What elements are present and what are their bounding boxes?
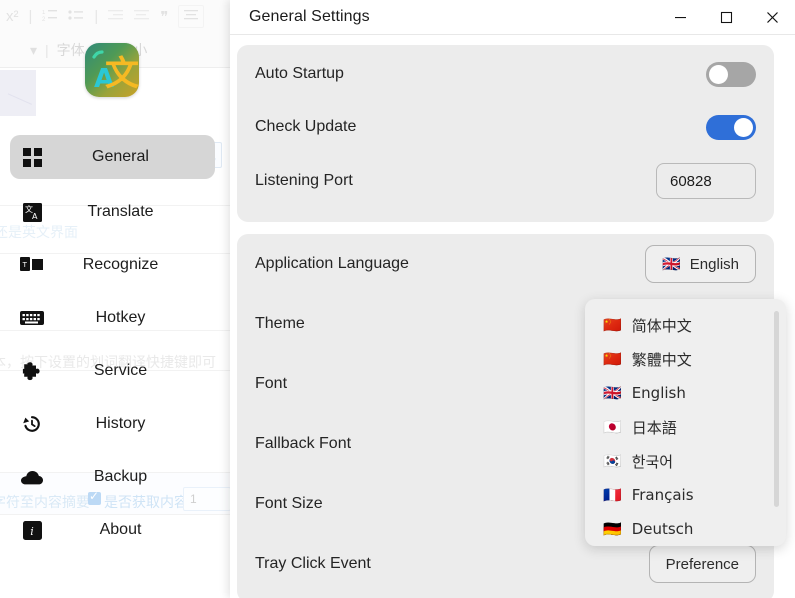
sidebar-item-label: About — [99, 521, 142, 538]
language-option-ko[interactable]: 🇰🇷 한국어 — [585, 444, 786, 478]
keyboard-icon — [10, 310, 54, 326]
background-left-cell — [0, 70, 36, 116]
sidebar-item-label: History — [95, 415, 146, 432]
sidebar-item-label: Translate — [87, 203, 154, 220]
tray-click-event-value: Preference — [665, 555, 739, 573]
language-option-label: English — [631, 384, 686, 402]
france-flag-icon: 🇫🇷 — [603, 485, 622, 504]
sidebar-item-about[interactable]: i About — [10, 508, 215, 552]
language-option-label: 繁體中文 — [631, 350, 692, 369]
language-option-fr[interactable]: 🇫🇷 Français — [585, 478, 786, 512]
listening-port-input[interactable]: 60828 — [656, 163, 756, 199]
background-toolbar-row-1: x² | 12 | ❞ — [0, 0, 238, 34]
sidebar-item-label: Backup — [93, 468, 148, 485]
svg-text:2: 2 — [42, 17, 46, 22]
maximize-icon[interactable] — [703, 0, 749, 34]
svg-text:i: i — [30, 525, 34, 538]
row-application-language: Application Language 🇬🇧 English — [255, 234, 756, 294]
font-label: Font — [255, 375, 288, 392]
general-settings-group-1: Auto Startup Check Update Listening Port… — [237, 45, 774, 222]
font-size-label: Font Size — [255, 495, 323, 512]
language-option-label: 한국어 — [631, 452, 674, 471]
language-option-label: 日本語 — [631, 418, 677, 437]
font-caret-icon[interactable]: ▾ — [30, 42, 37, 59]
tray-click-event-select[interactable]: Preference — [648, 545, 756, 583]
font-family-label[interactable]: 字体 — [57, 40, 85, 60]
sidebar-item-recognize[interactable]: T Recognize — [10, 243, 215, 287]
bulleted-list-icon[interactable] — [68, 8, 84, 26]
germany-flag-icon: 🇩🇪 — [603, 519, 622, 538]
auto-startup-toggle[interactable] — [706, 61, 756, 87]
indent-icon[interactable] — [134, 8, 150, 26]
sidebar-item-general[interactable]: General — [10, 135, 215, 179]
theme-label: Theme — [255, 315, 305, 332]
toggle-knob — [709, 64, 728, 84]
language-option-zh-tw[interactable]: 🇨🇳 繁體中文 — [585, 342, 786, 376]
listening-port-label: Listening Port — [255, 172, 353, 189]
window-controls — [657, 0, 795, 34]
language-option-zh-cn[interactable]: 🇨🇳 简体中文 — [585, 308, 786, 342]
row-listening-port: Listening Port 60828 — [255, 151, 756, 211]
uk-flag-icon: 🇬🇧 — [603, 383, 622, 402]
translate-icon: 文A — [10, 202, 54, 222]
language-option-ja[interactable]: 🇯🇵 日本語 — [585, 410, 786, 444]
japan-flag-icon: 🇯🇵 — [603, 417, 622, 436]
sidebar-item-service[interactable]: Service — [10, 349, 215, 393]
svg-text:文: 文 — [105, 54, 139, 94]
quote-icon[interactable]: ❞ — [160, 8, 168, 26]
language-option-label: Deutsch — [631, 520, 694, 538]
sidebar-item-label: General — [92, 148, 149, 165]
auto-startup-label: Auto Startup — [255, 65, 344, 82]
language-dropdown-menu[interactable]: 🇨🇳 简体中文 🇨🇳 繁體中文 🇬🇧 English 🇯🇵 日本語 🇰🇷 한국어… — [585, 299, 786, 546]
align-icon[interactable] — [178, 5, 205, 28]
superscript-icon[interactable]: x² — [6, 8, 19, 25]
svg-text:T: T — [22, 261, 28, 269]
ordered-list-icon[interactable]: 12 — [42, 8, 58, 26]
window-title: General Settings — [249, 8, 370, 25]
row-auto-startup: Auto Startup — [255, 45, 756, 103]
sidebar-item-backup[interactable]: Backup — [10, 455, 215, 499]
china-flag-icon: 🇨🇳 — [603, 349, 622, 368]
row-check-update: Check Update — [255, 103, 756, 151]
grid-icon — [10, 147, 54, 167]
application-language-label: Application Language — [255, 255, 409, 272]
fallback-font-label: Fallback Font — [255, 435, 352, 452]
uk-flag-icon: 🇬🇧 — [662, 254, 681, 273]
sidebar-item-history[interactable]: History — [10, 402, 215, 446]
svg-text:A: A — [32, 212, 38, 221]
close-icon[interactable] — [749, 0, 795, 34]
language-option-de[interactable]: 🇩🇪 Deutsch — [585, 512, 786, 546]
sidebar-item-translate[interactable]: 文A Translate — [10, 190, 215, 234]
translate-app-icon: A 文 — [85, 43, 139, 97]
sidebar-item-label: Recognize — [82, 256, 159, 273]
ocr-icon: T — [10, 256, 54, 274]
sidebar-item-label: Service — [93, 362, 148, 379]
outdent-icon[interactable] — [108, 8, 124, 26]
toolbar-divider: | — [28, 8, 33, 25]
language-option-label: Français — [631, 486, 694, 504]
svg-text:1: 1 — [42, 10, 46, 16]
toolbar-divider: | — [94, 8, 99, 25]
check-update-label: Check Update — [255, 118, 357, 135]
toggle-knob — [734, 117, 753, 137]
info-icon: i — [10, 520, 54, 540]
history-icon — [10, 414, 54, 434]
china-flag-icon: 🇨🇳 — [603, 315, 622, 334]
cloud-icon — [10, 470, 54, 485]
title-bar: General Settings — [230, 0, 795, 35]
sidebar-item-label: Hotkey — [95, 309, 146, 326]
puzzle-icon — [10, 361, 54, 381]
dropdown-scrollbar[interactable] — [774, 311, 779, 507]
application-language-select[interactable]: 🇬🇧 English — [645, 245, 756, 283]
language-option-en[interactable]: 🇬🇧 English — [585, 376, 786, 410]
tray-click-event-label: Tray Click Event — [255, 555, 371, 572]
toolbar-divider: | — [45, 42, 49, 58]
korea-flag-icon: 🇰🇷 — [603, 451, 622, 470]
minimize-icon[interactable] — [657, 0, 703, 34]
language-option-label: 简体中文 — [631, 316, 692, 335]
application-language-value: English — [689, 255, 739, 273]
check-update-toggle[interactable] — [706, 114, 756, 140]
sidebar-item-hotkey[interactable]: Hotkey — [10, 296, 215, 340]
